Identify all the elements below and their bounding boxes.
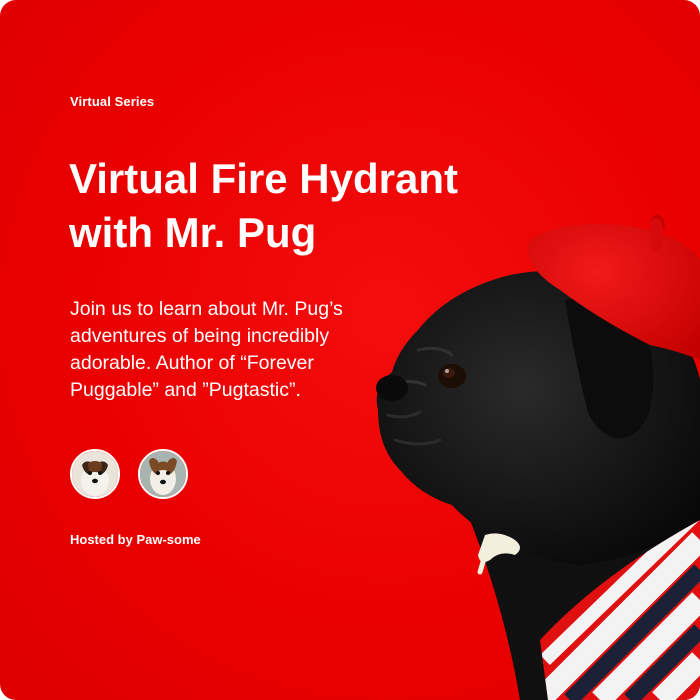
event-title: Virtual Fire Hydrant with Mr. Pug xyxy=(69,155,458,256)
event-card: Virtual Series Virtual Fire Hydrant with… xyxy=(0,0,700,700)
event-description: Join us to learn about Mr. Pug’s adventu… xyxy=(70,298,343,401)
host-avatars xyxy=(70,449,188,499)
avatar[interactable] xyxy=(70,449,120,499)
series-label: Virtual Series xyxy=(70,94,155,109)
dog-face-icon xyxy=(72,451,118,497)
avatar[interactable] xyxy=(138,449,188,499)
dog-face-icon xyxy=(140,451,186,497)
hosted-by-label: Hosted by Paw-some xyxy=(70,532,201,547)
